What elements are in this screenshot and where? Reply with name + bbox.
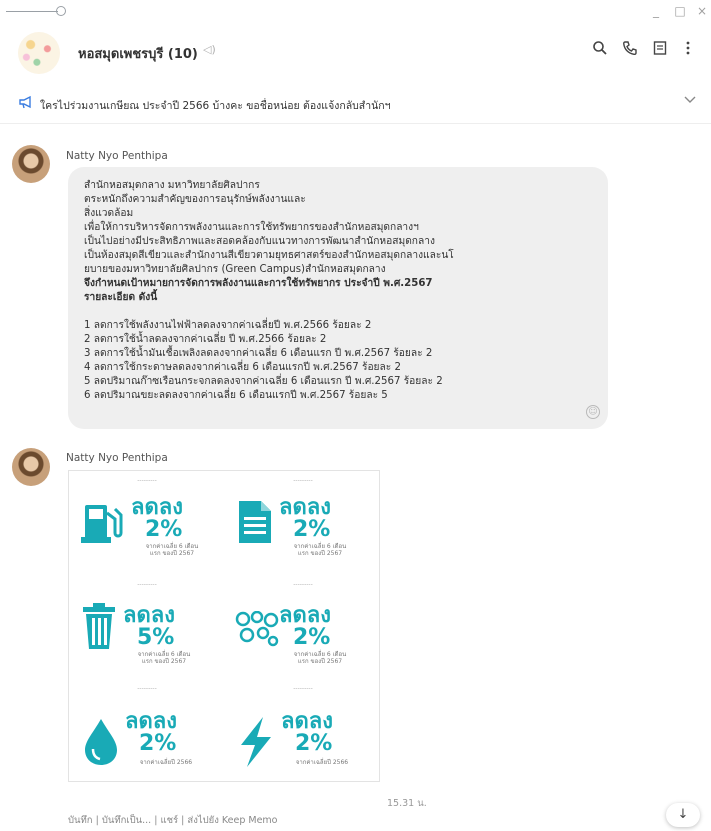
message-line: ตระหนักถึงความสำคัญของการอนุรักษ์พลังงาน… [84,194,306,205]
reduce-label: ลดลง [279,603,331,628]
separator: | [95,815,99,826]
message-line: ยบายของมหาวิทยาลัยศิลปากร (Green Campus)… [84,264,386,275]
window-titlebar: _ □ × [0,0,711,24]
text-message-bubble[interactable]: สำนักหอสมุดกลาง มหาวิทยาลัยศิลปากร ตระหน… [68,167,608,429]
arrow-down-icon: ↓ [677,807,689,822]
announcement-bar[interactable]: ใครไปร่วมงานเกษียณ ประจำปี 2566 บ้างคะ ข… [0,84,711,124]
message-list-item: 1 ลดการใช้พลังงานไฟฟ้าลดลงจากค่าเฉลี่ยปี… [84,320,372,331]
reduce-caption: จากค่าเฉลี่ย 6 เดือนแรก ของปี 2567 [145,543,199,557]
more-vertical-icon[interactable] [678,40,698,60]
cell-header-text: --------- [293,685,313,692]
share-link[interactable]: แชร์ [160,815,178,826]
reduce-label: ลดลง [131,495,183,520]
document-icon [239,501,271,543]
lightning-icon [241,717,271,767]
separator: | [154,815,158,826]
infographic-cell: --------- ลดลง 2% จากค่าเฉลี่ย 6 เดือนแร… [225,471,381,575]
reduce-caption: จากค่าเฉลี่ยปี 2566 [295,759,349,766]
reduce-caption: จากค่าเฉลี่ย 6 เดือนแรก ของปี 2567 [137,651,191,665]
message-line: รายละเอียด ดังนี้ [84,292,158,303]
separator: | [181,815,185,826]
message-line: เป็นห้องสมุดสีเขียวและสำนักงานสีเขียวตาม… [84,250,454,261]
reduce-caption: จากค่าเฉลี่ยปี 2566 [139,759,193,766]
reduce-percent: 2% [295,731,333,756]
chat-title[interactable]: หอสมุดเพชรบุรี (10) [78,43,198,64]
message-line: เพื่อให้การบริหารจัดการพลังงานและการใช้ท… [84,222,419,233]
message-line: สิ่งแวดล้อม [84,208,134,219]
message-list-item: 4 ลดการใช้กระดาษลดลงจากค่าเฉลี่ย 6 เดือน… [84,362,401,373]
message-line: เป็นไปอย่างมีประสิทธิภาพและสอดคล้องกับแน… [84,236,435,247]
cell-header-text: --------- [293,581,313,588]
megaphone-icon [18,95,34,113]
reduce-label: ลดลง [123,603,175,628]
message-list-item: 2 ลดการใช้น้ำลดลงจากค่าเฉลี่ย ปี พ.ศ.256… [84,334,327,345]
chat-header: หอสมุดเพชรบุรี (10) ◁) [0,24,711,80]
sender-avatar[interactable] [12,145,50,183]
water-drop-icon [85,719,117,765]
cell-header-text: --------- [137,477,157,484]
message-list-item: 6 ลดปริมาณขยะลดลงจากค่าเฉลี่ย 6 เดือนแรก… [84,390,388,401]
cell-header-text: --------- [137,685,157,692]
reduce-percent: 2% [293,517,331,542]
window-logo-line [6,11,58,12]
reduce-caption: จากค่าเฉลี่ย 6 เดือนแรก ของปี 2567 [293,543,347,557]
image-actions: บันทึก | บันทึกเป็น... | แชร์ | ส่งไปยัง… [68,813,277,828]
speaker-mute-icon: ◁) [203,43,216,56]
scroll-down-button[interactable]: ↓ [666,803,700,827]
sender-avatar[interactable] [12,448,50,486]
search-icon[interactable] [590,40,610,60]
reaction-smile-icon[interactable]: ☺ [586,405,600,419]
sender-name: Natty Nyo Penthipa [66,452,168,464]
keep-memo-link[interactable]: ส่งไปยัง Keep Memo [187,815,277,826]
trash-bin-icon [83,603,115,649]
image-message[interactable]: --------- ลดลง 2% จากค่าเฉลี่ย 6 เดือนแร… [68,470,380,782]
window-logo-icon [56,6,66,16]
minimize-button[interactable]: _ [648,4,664,18]
infographic-cell: --------- ลดลง 5% จากค่าเฉลี่ย 6 เดือนแร… [69,575,225,679]
gas-cloud-icon [235,611,279,647]
reduce-label: ลดลง [281,709,333,734]
chevron-down-icon[interactable] [684,93,696,108]
reduce-percent: 5% [137,625,175,650]
announcement-text: ใครไปร่วมงานเกษียณ ประจำปี 2566 บ้างคะ ข… [40,100,391,112]
save-as-link[interactable]: บันทึกเป็น... [102,815,151,826]
reduce-percent: 2% [139,731,177,756]
infographic-cell: --------- ลดลง 2% จากค่าเฉลี่ยปี 2566 [69,679,225,783]
close-button[interactable]: × [694,4,710,18]
reduce-percent: 2% [293,625,331,650]
sender-name: Natty Nyo Penthipa [66,150,168,162]
infographic-cell: --------- ลดลง 2% จากค่าเฉลี่ย 6 เดือนแร… [225,575,381,679]
maximize-button[interactable]: □ [672,4,688,18]
message-list-item: 5 ลดปริมาณก๊าซเรือนกระจกลดลงจากค่าเฉลี่ย… [84,376,443,387]
reduce-label: ลดลง [125,709,177,734]
reduce-caption: จากค่าเฉลี่ย 6 เดือนแรก ของปี 2567 [293,651,347,665]
phone-icon[interactable] [620,40,640,60]
infographic-cell: --------- ลดลง 2% จากค่าเฉลี่ยปี 2566 [225,679,381,783]
cell-header-text: --------- [137,581,157,588]
message-line: จึงกำหนดเป้าหมายการจัดการพลังงานและการใช… [84,278,433,289]
message-list-item: 3 ลดการใช้น้ำมันเชื้อเพลิงลดลงจากค่าเฉลี… [84,348,433,359]
infographic-cell: --------- ลดลง 2% จากค่าเฉลี่ย 6 เดือนแร… [69,471,225,575]
reduce-percent: 2% [145,517,183,542]
group-avatar[interactable] [18,32,60,74]
cell-header-text: --------- [293,477,313,484]
fuel-pump-icon [81,505,123,543]
message-line: สำนักหอสมุดกลาง มหาวิทยาลัยศิลปากร [84,180,260,191]
save-link[interactable]: บันทึก [68,815,93,826]
message-timestamp: 15.31 น. [387,798,427,809]
notes-icon[interactable] [650,40,670,60]
reduce-label: ลดลง [279,495,331,520]
